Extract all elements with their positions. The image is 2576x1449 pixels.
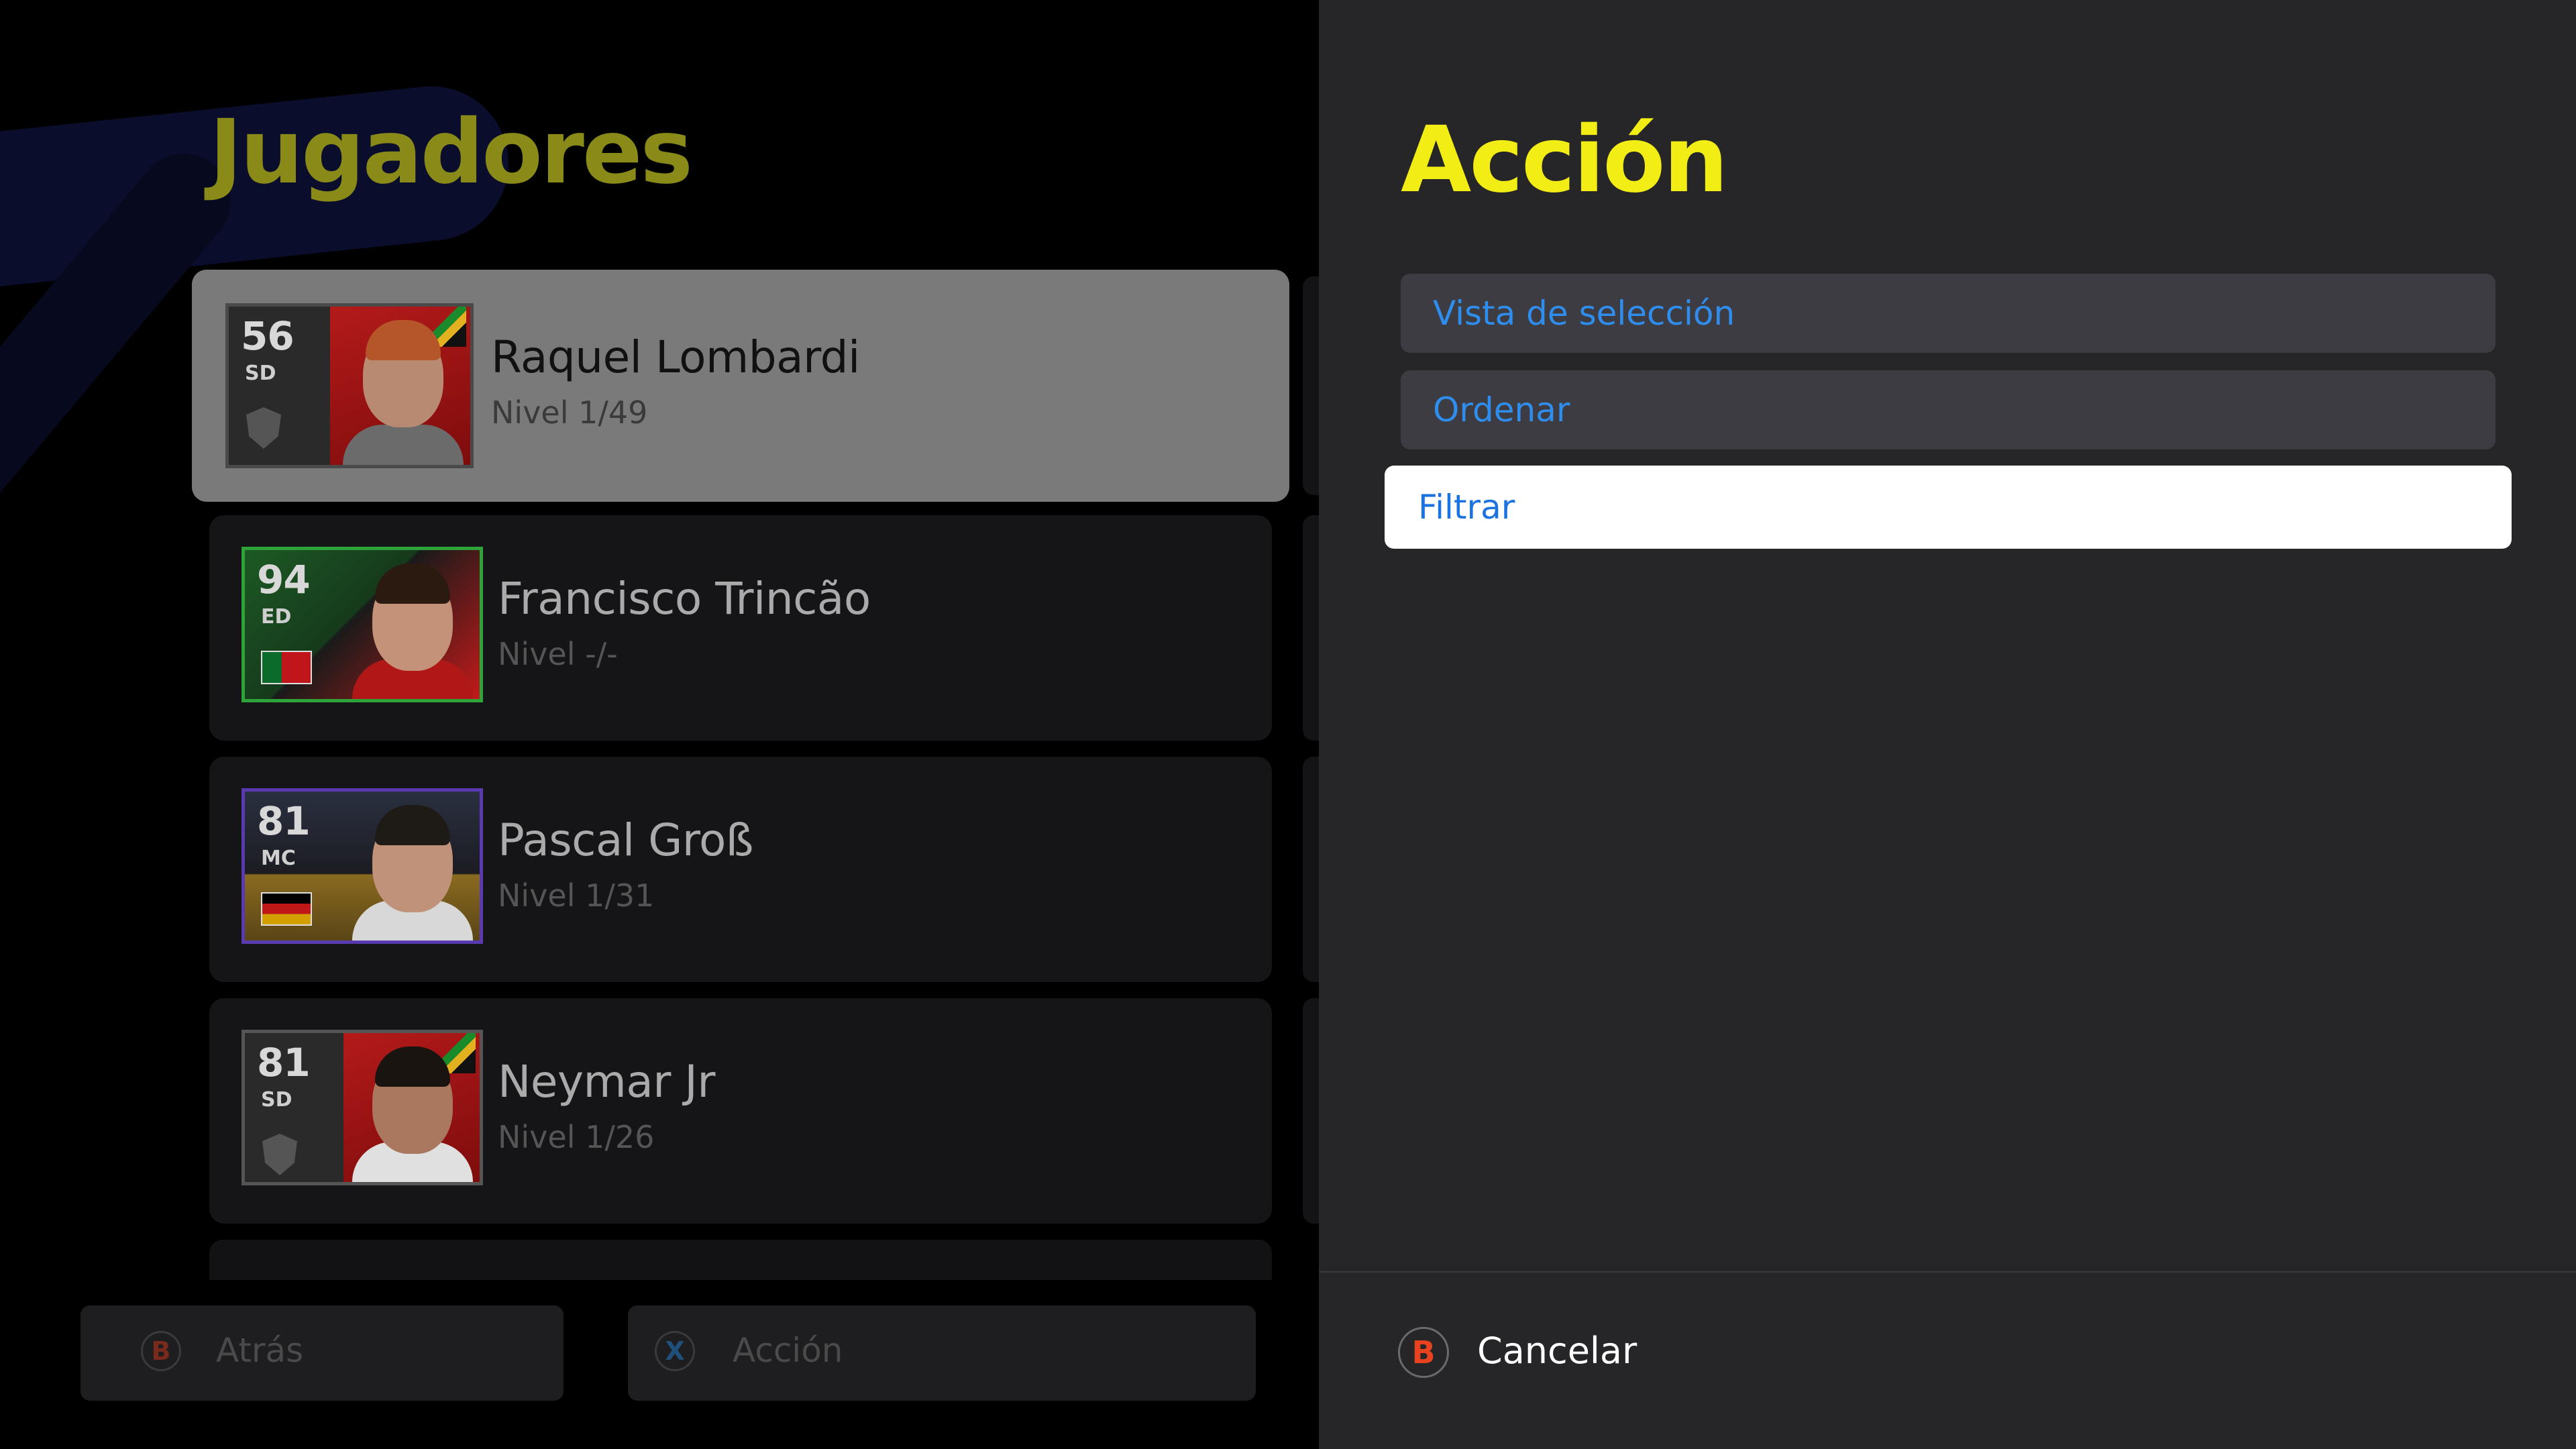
player-level: Nivel 1/26: [498, 1119, 655, 1155]
player-rating: 94: [257, 557, 311, 602]
player-card-raquel-lombardi[interactable]: 56 SD Raquel Lombardi Nivel 1/49: [192, 270, 1289, 502]
player-position: SD: [245, 362, 276, 385]
players-screen: Jugadores 56 SD Raquel Lombardi Nivel 1/…: [0, 0, 1319, 1449]
b-button-icon: B: [141, 1331, 181, 1371]
cancel-label: Cancelar: [1477, 1330, 1638, 1372]
club-shield-icon: [246, 407, 281, 449]
menu-item-filtrar[interactable]: Filtrar: [1385, 466, 2512, 549]
player-card-image: 81 MC: [241, 788, 483, 944]
player-card-image: 81 SD: [241, 1030, 483, 1185]
player-card-neymar-jr[interactable]: 81 SD Neymar Jr Nivel 1/26: [209, 998, 1272, 1224]
player-name: Raquel Lombardi: [491, 331, 860, 383]
player-rating: 81: [257, 798, 311, 844]
player-name: Pascal Groß: [498, 814, 754, 866]
player-level: Nivel 1/49: [491, 394, 648, 431]
menu-item-vista-de-seleccion[interactable]: Vista de selección: [1401, 274, 2496, 353]
back-button[interactable]: B Atrás: [80, 1305, 564, 1401]
player-rating: 56: [241, 313, 294, 359]
player-card-francisco-trincao[interactable]: 94 ED Francisco Trincão Nivel -/-: [209, 515, 1272, 741]
player-card-image: 94 ED: [241, 547, 483, 702]
x-button-icon: X: [655, 1331, 695, 1371]
next-column-card: [1303, 757, 1319, 982]
page-title: Jugadores: [209, 101, 693, 204]
b-button-icon: B: [1398, 1327, 1449, 1378]
portugal-flag-icon: [261, 651, 312, 684]
next-column-card: [1303, 276, 1319, 495]
action-panel: Acción Vista de selección Ordenar Filtra…: [1319, 0, 2576, 1449]
player-card-pascal-gross[interactable]: 81 MC Pascal Groß Nivel 1/31: [209, 757, 1272, 982]
action-label: Acción: [733, 1331, 843, 1370]
player-card-image: 56 SD: [225, 303, 474, 468]
action-button[interactable]: X Acción: [628, 1305, 1256, 1401]
player-level: Nivel -/-: [498, 636, 618, 672]
player-name: Neymar Jr: [498, 1056, 716, 1108]
action-panel-title: Acción: [1401, 107, 1728, 213]
back-label: Atrás: [216, 1331, 304, 1370]
player-position: SD: [261, 1088, 292, 1112]
player-name: Francisco Trincão: [498, 573, 871, 625]
player-level: Nivel 1/31: [498, 877, 655, 914]
club-shield-icon: [262, 1134, 297, 1175]
next-column-card: [1303, 998, 1319, 1224]
menu-item-ordenar[interactable]: Ordenar: [1401, 370, 2496, 449]
player-position: MC: [261, 847, 296, 870]
player-rating: 81: [257, 1040, 311, 1085]
player-card-partial: [209, 1240, 1272, 1280]
germany-flag-icon: [261, 892, 312, 926]
next-column-card: [1303, 515, 1319, 741]
player-position: ED: [261, 605, 292, 629]
divider: [1319, 1271, 2576, 1273]
